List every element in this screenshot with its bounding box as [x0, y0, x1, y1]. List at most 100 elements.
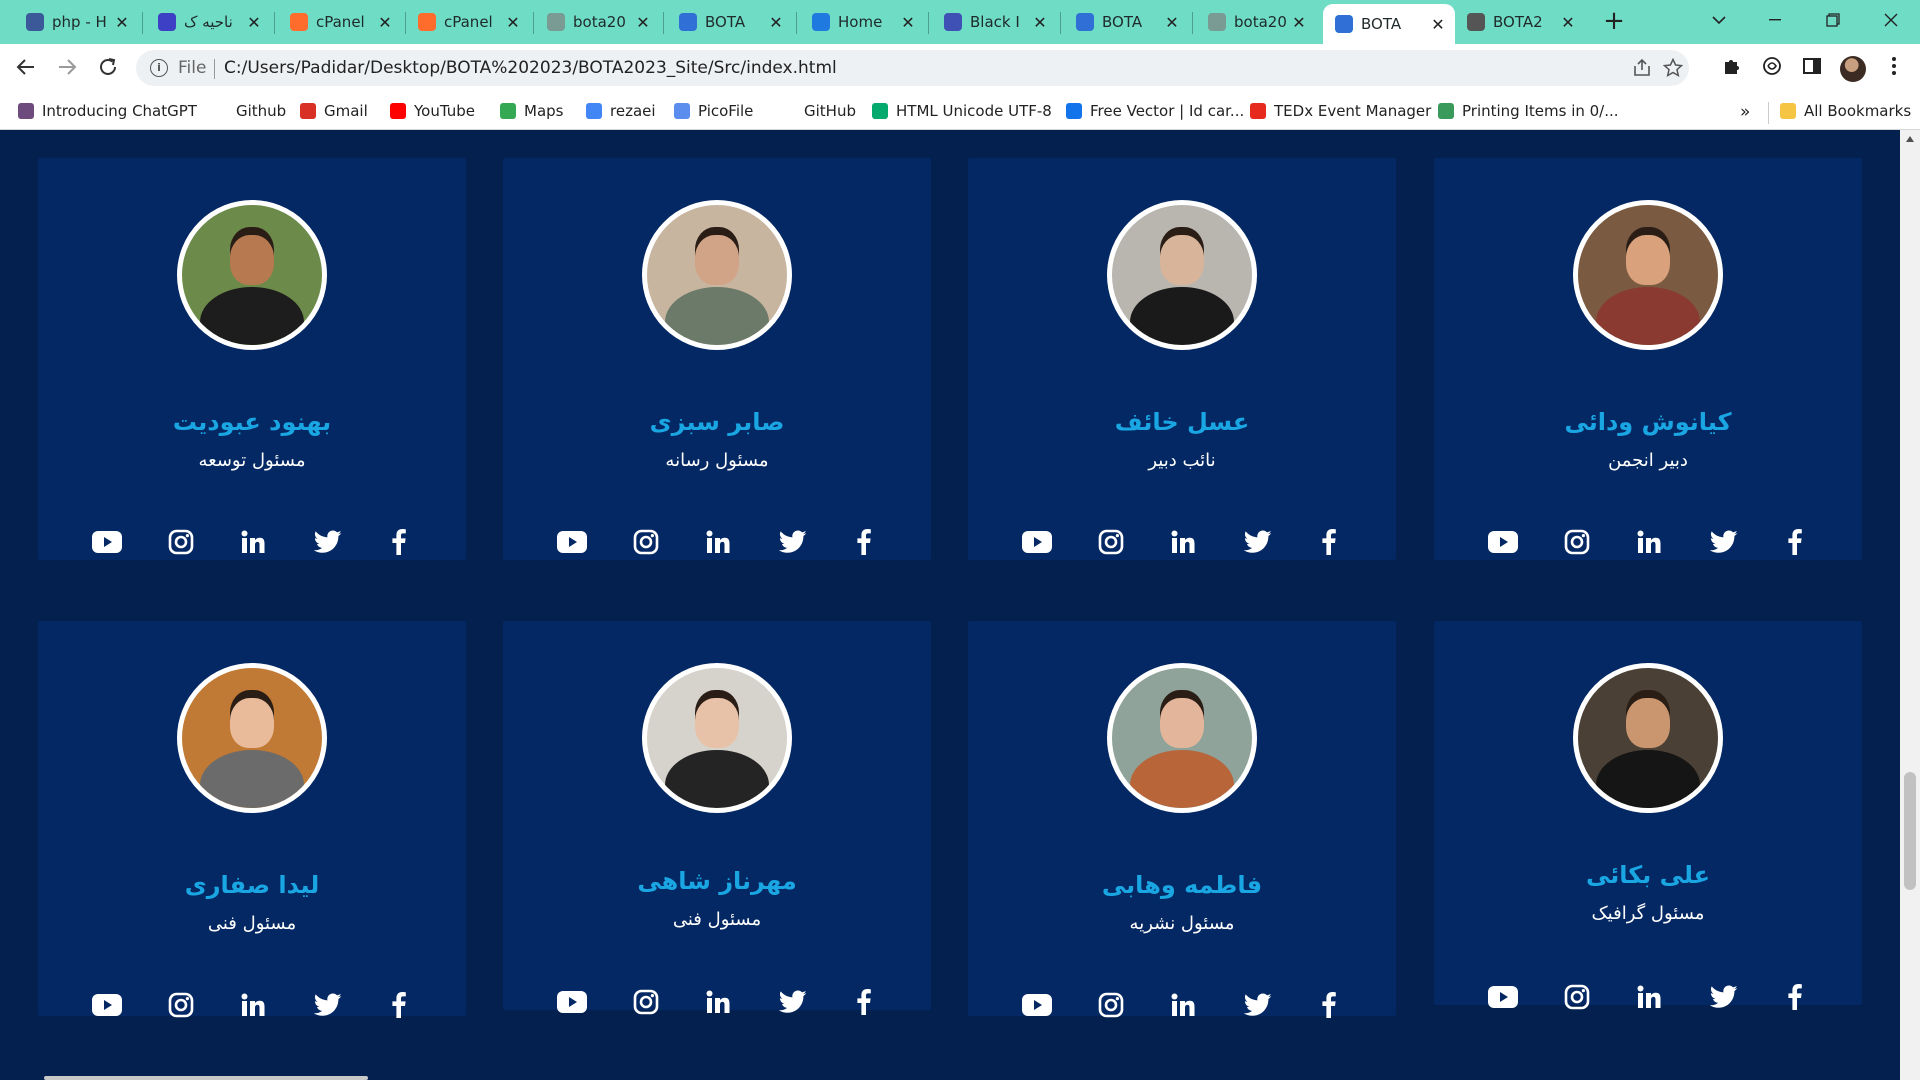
linkedin-icon[interactable]: [700, 524, 736, 560]
restore-button[interactable]: [1810, 0, 1856, 40]
facebook-icon[interactable]: [1777, 524, 1813, 560]
linkedin-icon[interactable]: [1165, 987, 1201, 1023]
horizontal-scrollbar-thumb[interactable]: [44, 1076, 368, 1080]
bookmark-item[interactable]: Github: [212, 102, 286, 120]
facebook-icon[interactable]: [1777, 979, 1813, 1015]
facebook-icon[interactable]: [381, 987, 417, 1023]
browser-tab[interactable]: bota20 ✕: [1196, 4, 1316, 40]
bookmark-item[interactable]: rezaei: [586, 102, 656, 120]
bookmark-star-icon[interactable]: [1662, 57, 1684, 83]
back-arrow-icon[interactable]: [14, 56, 38, 80]
twitter-icon[interactable]: [310, 987, 346, 1023]
browser-tab[interactable]: cPanel ✕: [278, 4, 402, 40]
linkedin-icon[interactable]: [235, 524, 271, 560]
instagram-icon[interactable]: [1093, 987, 1129, 1023]
bookmark-item[interactable]: Maps: [500, 102, 563, 120]
extension-swirl-icon[interactable]: [1760, 56, 1784, 80]
bookmark-item[interactable]: GitHub: [780, 102, 856, 120]
minimize-button[interactable]: [1752, 0, 1798, 40]
twitter-icon[interactable]: [310, 524, 346, 560]
browser-tab[interactable]: bota20 ✕: [535, 4, 660, 40]
close-tab-icon[interactable]: ✕: [1290, 13, 1308, 32]
new-tab-button[interactable]: +: [1598, 6, 1630, 38]
bookmark-item[interactable]: Printing Items in 0/...: [1438, 102, 1619, 120]
facebook-icon[interactable]: [846, 524, 882, 560]
forward-arrow-icon[interactable]: [55, 56, 79, 80]
facebook-icon[interactable]: [1311, 524, 1347, 560]
browser-tab[interactable]: cPanel ✕: [406, 4, 530, 40]
scroll-up-arrow-icon[interactable]: [1906, 136, 1914, 142]
instagram-icon[interactable]: [1559, 979, 1595, 1015]
bookmark-item[interactable]: TEDx Event Manager: [1250, 102, 1431, 120]
twitter-icon[interactable]: [775, 984, 811, 1020]
twitter-icon[interactable]: [1240, 987, 1276, 1023]
instagram-icon[interactable]: [628, 984, 664, 1020]
browser-tab[interactable]: php - H ✕: [14, 4, 139, 40]
instagram-icon[interactable]: [163, 987, 199, 1023]
tab-search-chevron-icon[interactable]: [1696, 0, 1742, 40]
site-info-icon[interactable]: i: [150, 59, 168, 77]
profile-avatar[interactable]: [1840, 56, 1866, 82]
youtube-icon[interactable]: [89, 524, 125, 560]
bookmark-item[interactable]: Introducing ChatGPT: [18, 102, 197, 120]
close-tab-icon[interactable]: ✕: [113, 13, 131, 32]
browser-tab[interactable]: Home ✕: [800, 4, 925, 40]
bookmark-item[interactable]: HTML Unicode UTF-8: [872, 102, 1052, 120]
vertical-scrollbar[interactable]: [1900, 130, 1920, 1080]
close-tab-icon[interactable]: ✕: [504, 13, 522, 32]
close-tab-icon[interactable]: ✕: [1559, 13, 1577, 32]
url-text[interactable]: C:/Users/Padidar/Desktop/BOTA%202023/BOT…: [224, 58, 837, 78]
side-panel-icon[interactable]: [1800, 56, 1824, 80]
close-tab-icon[interactable]: ✕: [245, 13, 263, 32]
instagram-icon[interactable]: [1559, 524, 1595, 560]
instagram-icon[interactable]: [628, 524, 664, 560]
bookmark-item[interactable]: Free Vector | Id car...: [1066, 102, 1244, 120]
bookmark-item[interactable]: PicoFile: [674, 102, 753, 120]
youtube-icon[interactable]: [1485, 524, 1521, 560]
extensions-puzzle-icon[interactable]: [1720, 56, 1744, 80]
close-tab-icon[interactable]: ✕: [767, 13, 785, 32]
browser-tab[interactable]: BOTA2 ✕: [1455, 4, 1585, 40]
close-tab-icon[interactable]: ✕: [899, 13, 917, 32]
youtube-icon[interactable]: [1485, 979, 1521, 1015]
browser-tab[interactable]: BOTA ✕: [1064, 4, 1189, 40]
facebook-icon[interactable]: [1311, 987, 1347, 1023]
address-bar[interactable]: i File C:/Users/Padidar/Desktop/BOTA%202…: [136, 50, 1689, 86]
close-tab-icon[interactable]: ✕: [1031, 13, 1049, 32]
twitter-icon[interactable]: [1706, 979, 1742, 1015]
facebook-icon[interactable]: [381, 524, 417, 560]
scrollbar-thumb[interactable]: [1904, 772, 1916, 890]
linkedin-icon[interactable]: [700, 984, 736, 1020]
instagram-icon[interactable]: [1093, 524, 1129, 560]
bookmark-item[interactable]: YouTube: [390, 102, 475, 120]
close-tab-icon[interactable]: ✕: [1163, 13, 1181, 32]
close-window-button[interactable]: [1868, 0, 1914, 40]
all-bookmarks-button[interactable]: All Bookmarks: [1780, 102, 1911, 120]
browser-tab[interactable]: BOTA ✕: [1323, 4, 1455, 44]
share-icon[interactable]: [1632, 58, 1652, 83]
instagram-icon[interactable]: [163, 524, 199, 560]
linkedin-icon[interactable]: [1631, 524, 1667, 560]
facebook-icon[interactable]: [846, 984, 882, 1020]
linkedin-icon[interactable]: [235, 987, 271, 1023]
close-tab-icon[interactable]: ✕: [634, 13, 652, 32]
browser-tab[interactable]: Black I ✕: [932, 4, 1057, 40]
bookmarks-overflow-button[interactable]: »: [1740, 102, 1750, 122]
linkedin-icon[interactable]: [1631, 979, 1667, 1015]
close-tab-icon[interactable]: ✕: [1429, 15, 1447, 34]
reload-icon[interactable]: [96, 56, 120, 80]
youtube-icon[interactable]: [1019, 524, 1055, 560]
twitter-icon[interactable]: [1240, 524, 1276, 560]
bookmark-item[interactable]: Gmail: [300, 102, 368, 120]
twitter-icon[interactable]: [1706, 524, 1742, 560]
browser-tab[interactable]: BOTA ✕: [667, 4, 793, 40]
menu-kebab-icon[interactable]: [1882, 56, 1906, 80]
twitter-icon[interactable]: [775, 524, 811, 560]
browser-tab[interactable]: ناحیه ک ✕: [146, 4, 271, 40]
youtube-icon[interactable]: [1019, 987, 1055, 1023]
linkedin-icon[interactable]: [1165, 524, 1201, 560]
close-tab-icon[interactable]: ✕: [376, 13, 394, 32]
youtube-icon[interactable]: [89, 987, 125, 1023]
youtube-icon[interactable]: [554, 524, 590, 560]
youtube-icon[interactable]: [554, 984, 590, 1020]
